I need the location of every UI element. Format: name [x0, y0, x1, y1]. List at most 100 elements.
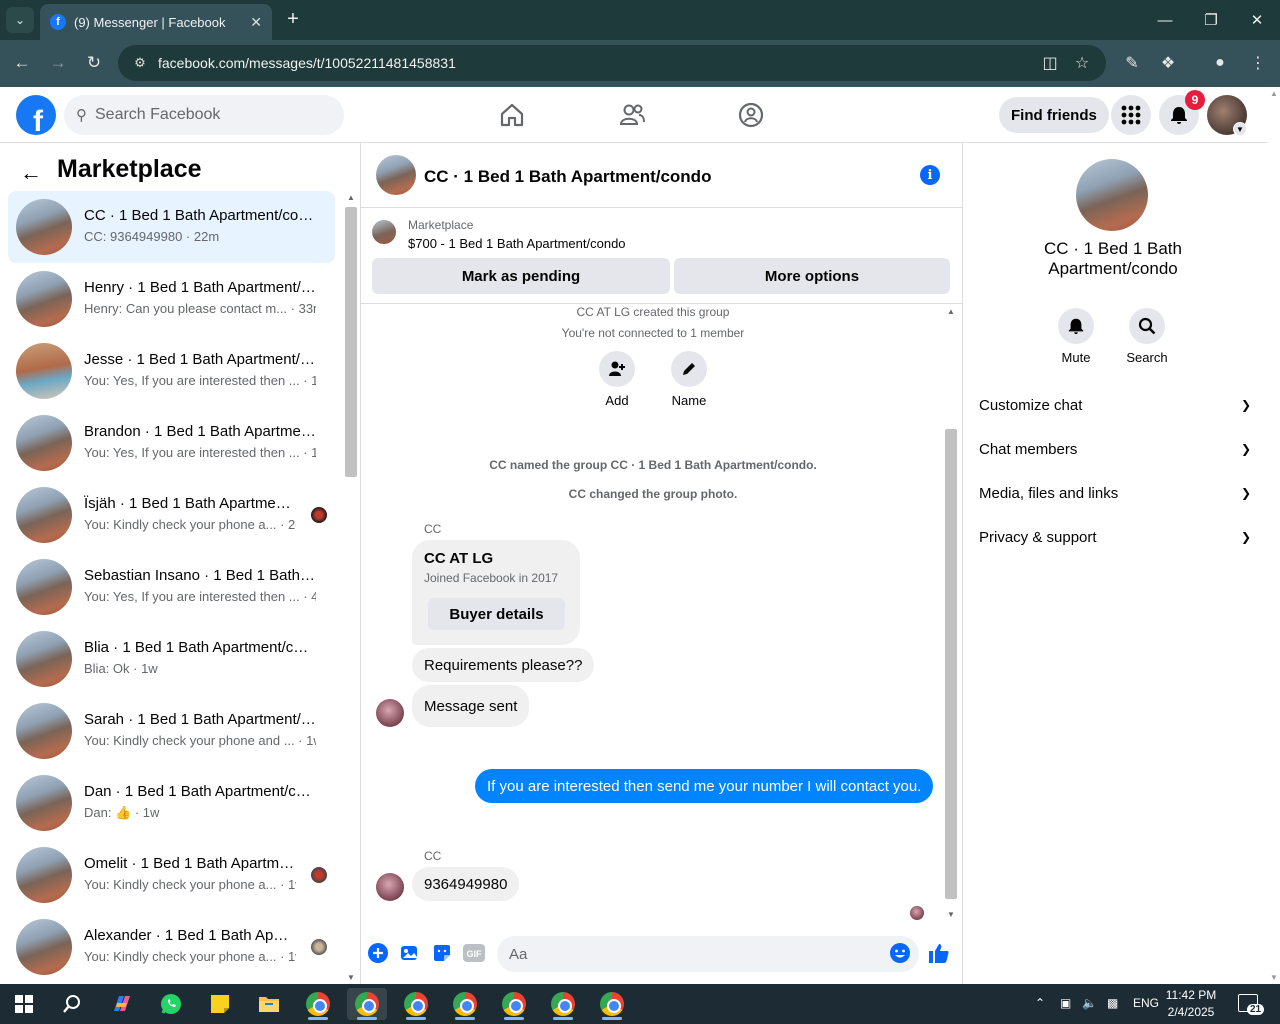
- conversation-item[interactable]: Ïsjäh · 1 Bed 1 Bath Apartment/condo You…: [8, 479, 335, 551]
- chrome-icon[interactable]: [347, 988, 387, 1020]
- message-bubble[interactable]: Message sent: [412, 685, 530, 727]
- conversation-item[interactable]: Sarah · 1 Bed 1 Bath Apartment/condo You…: [8, 695, 335, 767]
- conversation-item[interactable]: Blia · 1 Bed 1 Bath Apartment/condo Blia…: [8, 623, 335, 695]
- install-app-icon[interactable]: ◫: [1038, 51, 1062, 75]
- emoji-icon[interactable]: [889, 942, 911, 964]
- search-icon[interactable]: [52, 988, 92, 1020]
- facebook-search-input[interactable]: ⚲ Search Facebook: [64, 95, 344, 135]
- whatsapp-icon[interactable]: [151, 988, 191, 1020]
- photo-icon[interactable]: [399, 942, 421, 964]
- language-indicator[interactable]: ENG: [1133, 996, 1159, 1010]
- groups-icon[interactable]: [737, 101, 765, 129]
- site-info-icon[interactable]: ⚙: [128, 53, 152, 73]
- conversation-item[interactable]: Sebastian Insano · 1 Bed 1 Bath Apartmen…: [8, 551, 335, 623]
- conversation-item[interactable]: Jesse · 1 Bed 1 Bath Apartment/condo You…: [8, 335, 335, 407]
- extensions-puzzle-icon[interactable]: ❖: [1156, 51, 1180, 75]
- scroll-down-arrow-icon[interactable]: ▼: [347, 973, 355, 982]
- my-message-bubble[interactable]: If you are interested then send me your …: [475, 769, 934, 803]
- minimize-icon[interactable]: —: [1150, 8, 1180, 32]
- chat-avatar[interactable]: [376, 155, 416, 195]
- scrollbar-thumb[interactable]: [345, 207, 357, 477]
- chrome-icon[interactable]: [396, 988, 436, 1020]
- browser-tab-active[interactable]: f (9) Messenger | Facebook ✕: [40, 4, 272, 40]
- mute-label: Mute: [1061, 350, 1091, 365]
- chat-title[interactable]: CC · 1 Bed 1 Bath Apartment/condo: [424, 167, 711, 187]
- sticker-icon[interactable]: [431, 942, 453, 964]
- pen-extension-icon[interactable]: ✎: [1120, 51, 1144, 75]
- browser-menu-icon[interactable]: ⋮: [1246, 51, 1270, 75]
- network-icon[interactable]: ▩: [1107, 996, 1118, 1010]
- scroll-up-arrow-icon[interactable]: ▲: [947, 307, 955, 316]
- conversation-item[interactable]: CC · 1 Bed 1 Bath Apartment/condo CC: 93…: [8, 191, 335, 263]
- group-avatar[interactable]: [1076, 159, 1148, 231]
- chrome-icon[interactable]: [298, 988, 338, 1020]
- sender-avatar[interactable]: [376, 873, 404, 901]
- add-member-button[interactable]: Add: [587, 351, 647, 408]
- bookmark-star-icon[interactable]: ☆: [1070, 51, 1094, 75]
- conversation-list-scrollbar[interactable]: ▲ ▼: [344, 191, 358, 984]
- customize-chat-row[interactable]: Customize chat ❯: [979, 383, 1251, 427]
- chrome-icon[interactable]: [445, 988, 485, 1020]
- tab-search-chevron-icon[interactable]: ⌄: [6, 7, 34, 33]
- address-bar[interactable]: ⚙ facebook.com/messages/t/10052211481458…: [118, 45, 1106, 81]
- media-files-links-row[interactable]: Media, files and links ❯: [979, 471, 1251, 515]
- facebook-logo-icon[interactable]: f: [16, 95, 56, 135]
- conversation-item[interactable]: Dan · 1 Bed 1 Bath Apartment/condo Dan: …: [8, 767, 335, 839]
- windows-start-icon[interactable]: [4, 988, 44, 1020]
- clock[interactable]: 11:42 PM 2/4/2025: [1160, 987, 1222, 1021]
- message-bubble[interactable]: 9364949980: [412, 867, 520, 901]
- search-in-chat-button[interactable]: Search: [1117, 308, 1177, 365]
- new-tab-plus-icon[interactable]: +: [282, 8, 304, 30]
- listing-thumbnail[interactable]: [372, 220, 396, 244]
- menu-grid-icon[interactable]: [1111, 95, 1151, 135]
- message-bubble[interactable]: Requirements please??: [412, 648, 595, 682]
- sticky-notes-icon[interactable]: [200, 988, 240, 1020]
- conversation-item[interactable]: Omelit · 1 Bed 1 Bath Apartment/condo Yo…: [8, 839, 335, 911]
- info-icon[interactable]: i: [920, 165, 940, 185]
- chat-members-row[interactable]: Chat members ❯: [979, 427, 1251, 471]
- chrome-icon[interactable]: [494, 988, 534, 1020]
- file-explorer-icon[interactable]: [249, 988, 289, 1020]
- scroll-up-arrow-icon[interactable]: ▲: [1270, 89, 1278, 98]
- gif-icon[interactable]: GIF: [463, 942, 485, 964]
- scroll-up-arrow-icon[interactable]: ▲: [347, 193, 355, 202]
- row-label: Customize chat: [979, 396, 1083, 414]
- privacy-support-row[interactable]: Privacy & support ❯: [979, 515, 1251, 559]
- thread-scrollbar[interactable]: ▲ ▼: [943, 305, 959, 921]
- restore-icon[interactable]: ❐: [1196, 8, 1226, 32]
- message-input[interactable]: Aa: [497, 936, 919, 972]
- name-group-button[interactable]: Name: [659, 351, 719, 408]
- page-scrollbar[interactable]: ▲ ▼: [1268, 87, 1280, 984]
- chrome-icon[interactable]: [592, 988, 632, 1020]
- tray-chevron-up-icon[interactable]: ⌃: [1035, 996, 1045, 1010]
- buyer-details-button[interactable]: Buyer details: [428, 598, 565, 630]
- back-arrow-icon[interactable]: ←: [10, 51, 34, 75]
- plus-circle-icon[interactable]: [367, 942, 389, 964]
- scroll-down-arrow-icon[interactable]: ▼: [947, 910, 955, 919]
- thumbs-up-icon[interactable]: [928, 942, 950, 964]
- scroll-down-arrow-icon[interactable]: ▼: [1270, 973, 1278, 982]
- chrome-icon[interactable]: [543, 988, 583, 1020]
- conversation-item[interactable]: Alexander · 1 Bed 1 Bath Apartment/condo…: [8, 911, 335, 983]
- window-close-icon[interactable]: ✕: [1242, 8, 1272, 32]
- listing-price[interactable]: $700 - 1 Bed 1 Bath Apartment/condo: [408, 236, 626, 251]
- find-friends-button[interactable]: Find friends: [999, 97, 1109, 133]
- back-arrow-icon[interactable]: ←: [20, 160, 42, 186]
- meet-now-icon[interactable]: ▣: [1060, 996, 1071, 1010]
- mark-as-pending-button[interactable]: Mark as pending: [372, 258, 670, 294]
- friends-icon[interactable]: [618, 101, 646, 129]
- forward-arrow-icon[interactable]: →: [46, 51, 70, 75]
- tab-close-icon[interactable]: ✕: [250, 14, 262, 31]
- profile-icon[interactable]: ●: [1208, 51, 1232, 75]
- home-icon[interactable]: [498, 101, 526, 129]
- sender-avatar[interactable]: [376, 699, 404, 727]
- mute-button[interactable]: Mute: [1046, 308, 1106, 365]
- copilot-icon[interactable]: [102, 988, 142, 1020]
- account-chevron-icon[interactable]: ▼: [1233, 122, 1247, 136]
- volume-icon[interactable]: 🔈: [1082, 996, 1097, 1010]
- reload-icon[interactable]: ↻: [82, 51, 106, 75]
- conversation-item[interactable]: Henry · 1 Bed 1 Bath Apartment/condo Hen…: [8, 263, 335, 335]
- conversation-item[interactable]: Brandon · 1 Bed 1 Bath Apartment/condo Y…: [8, 407, 335, 479]
- more-options-button[interactable]: More options: [674, 258, 950, 294]
- scrollbar-thumb[interactable]: [945, 429, 957, 899]
